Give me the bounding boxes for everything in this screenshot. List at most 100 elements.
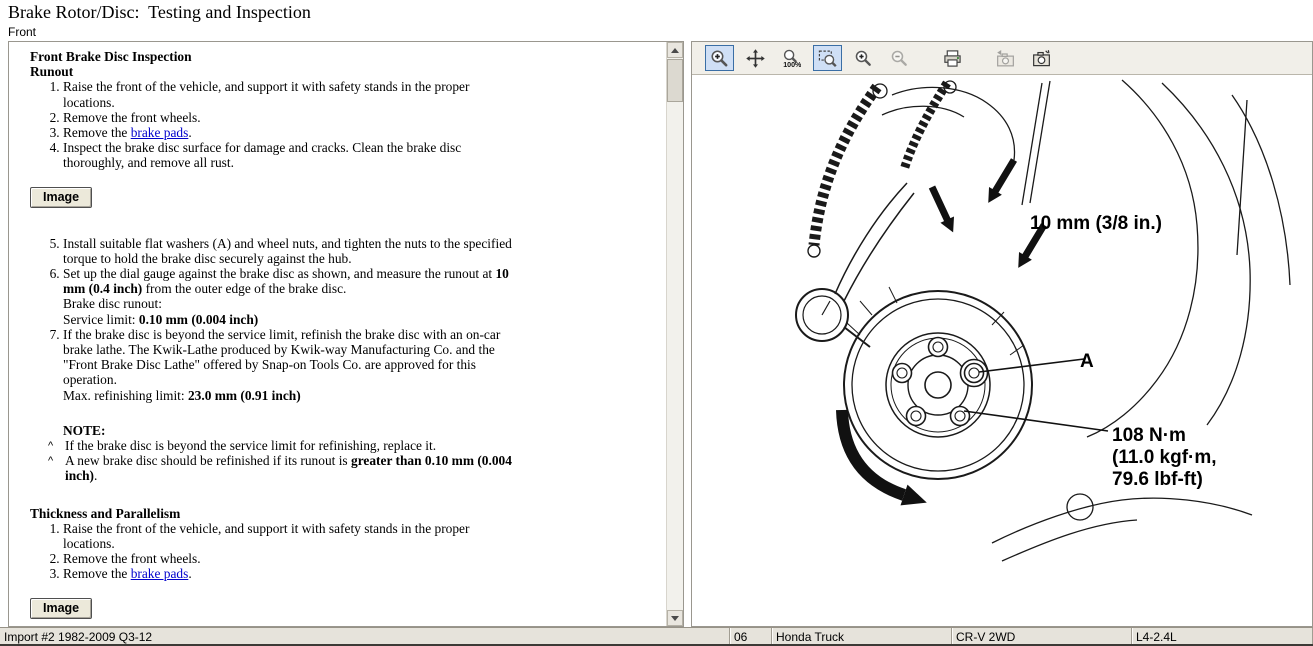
step-item: Raise the front of the vehicle, and supp… (63, 79, 518, 109)
step-text: from the outer edge of the brake disc. (142, 281, 346, 296)
note-heading: NOTE: (63, 423, 518, 438)
callout-torque-line3: 79.6 lbf-ft) (1112, 469, 1203, 490)
step-text: Remove the front wheels. (63, 551, 201, 566)
brake-pads-link[interactable]: brake pads (131, 566, 189, 581)
note-item: ^ A new brake disc should be refinished … (48, 453, 518, 483)
image-previous-icon (996, 49, 1015, 68)
app-window: Brake Rotor/Disc: Testing and Inspection… (0, 0, 1313, 646)
zoom-100-button[interactable]: 100% (777, 45, 806, 71)
step-text: If the brake disc is beyond the service … (63, 327, 500, 388)
image-viewer-panel: 100% (691, 41, 1313, 627)
step-text: . (188, 125, 191, 140)
step-item: Inspect the brake disc surface for damag… (63, 140, 518, 170)
pan-icon (746, 49, 765, 68)
scrollbar-thumb[interactable] (667, 59, 683, 102)
callout-torque-leader (964, 411, 1108, 431)
step-item: Set up the dial gauge against the brake … (63, 266, 518, 327)
step-item: If the brake disc is beyond the service … (63, 327, 518, 403)
print-icon (943, 49, 962, 68)
step-item: Remove the brake pads. (63, 125, 518, 140)
brake-pads-link[interactable]: brake pads (131, 125, 189, 140)
step-text: . (188, 566, 191, 581)
callout-a-label: A (1080, 351, 1094, 372)
zoom-window-button[interactable] (813, 45, 842, 71)
runout-steps-5-7: Install suitable flat washers (A) and wh… (30, 236, 518, 403)
note-marker: ^ (48, 438, 65, 453)
triangle-up-icon (671, 48, 679, 53)
image-button-thickness[interactable]: Image (30, 598, 92, 619)
step-text: Install suitable flat washers (A) and wh… (63, 236, 512, 266)
zoom-in-button[interactable] (705, 45, 734, 71)
image-button-runout[interactable]: Image (30, 187, 92, 208)
step-text: Raise the front of the vehicle, and supp… (63, 521, 469, 551)
camera-button[interactable] (1027, 45, 1056, 71)
procedure-content: Front Brake Disc Inspection Runout Raise… (30, 49, 518, 619)
note-block: NOTE: ^ If the brake disc is beyond the … (30, 423, 518, 484)
step-text: Remove the (63, 125, 131, 140)
scroll-down-button[interactable] (667, 610, 683, 626)
status-cell-year: 06 (730, 628, 772, 644)
status-cell-make: Honda Truck (772, 628, 952, 644)
step-item: Install suitable flat washers (A) and wh… (63, 236, 518, 266)
zoom-out-button[interactable] (885, 45, 914, 71)
main-area: Front Brake Disc Inspection Runout Raise… (0, 41, 1313, 627)
camera-icon (1032, 49, 1051, 68)
spec-value: 0.10 mm (0.004 inch) (139, 312, 258, 327)
note-text: A new brake disc should be refinished if… (65, 453, 518, 483)
section-heading-thickness: Thickness and Parallelism (30, 506, 518, 521)
spec-label: Service limit: (63, 312, 139, 327)
step-text: Inspect the brake disc surface for damag… (63, 140, 461, 170)
subsection-heading-runout: Runout (30, 64, 518, 79)
note-marker: ^ (48, 453, 65, 483)
step-text: Remove the front wheels. (63, 110, 201, 125)
print-button[interactable] (938, 45, 967, 71)
spec-label: Brake disc runout: (63, 296, 162, 311)
down-arrow-icon (982, 156, 1021, 207)
step-text: Remove the (63, 566, 131, 581)
spec-line: Service limit: 0.10 mm (0.004 inch) (63, 312, 518, 327)
status-cell-source: Import #2 1982-2009 Q3-12 (0, 628, 730, 644)
step-item: Remove the front wheels. (63, 110, 518, 125)
image-previous-button[interactable] (991, 45, 1020, 71)
spec-value: 23.0 mm (0.91 inch) (188, 388, 301, 403)
triangle-down-icon (671, 616, 679, 621)
page-subtitle: Front (8, 25, 36, 39)
content-scrollbar[interactable] (666, 42, 683, 626)
illustration-canvas: 10 mm (3/8 in.) A 108 N·m (11.0 kgf·m, 7… (692, 75, 1312, 626)
scroll-up-button[interactable] (667, 42, 683, 58)
runout-steps-1-4: Raise the front of the vehicle, and supp… (30, 79, 518, 170)
callout-torque-line2: (11.0 kgf·m, (1112, 447, 1217, 468)
page-title: Brake Rotor/Disc: Testing and Inspection (8, 2, 311, 23)
callout-measure-label: 10 mm (3/8 in.) (1030, 213, 1162, 234)
down-arrow-icon (925, 184, 960, 236)
spec-line: Max. refinishing limit: 23.0 mm (0.91 in… (63, 388, 518, 403)
zoom-window-icon (818, 49, 837, 68)
step-text: Set up the dial gauge against the brake … (63, 266, 495, 281)
zoom-in-icon (710, 49, 729, 68)
viewer-toolbar: 100% (692, 42, 1312, 75)
callout-torque-line1: 108 N·m (1112, 425, 1186, 446)
step-item: Remove the brake pads. (63, 566, 518, 581)
note-item: ^ If the brake disc is beyond the servic… (48, 438, 518, 453)
zoom-in-small-button[interactable] (849, 45, 878, 71)
note-text-pre: A new brake disc should be refinished if… (65, 453, 351, 468)
status-bar: Import #2 1982-2009 Q3-12 06 Honda Truck… (0, 627, 1313, 646)
status-cell-model: CR-V 2WD (952, 628, 1132, 644)
spec-label: Max. refinishing limit: (63, 388, 188, 403)
zoom-100-icon: 100% (782, 49, 801, 68)
step-text: Raise the front of the vehicle, and supp… (63, 79, 469, 109)
zoom-in-small-icon (854, 49, 873, 68)
zoom-100-label: 100% (783, 60, 801, 67)
brake-rotor-illustration: 10 mm (3/8 in.) A 108 N·m (11.0 kgf·m, 7… (692, 75, 1312, 626)
pan-button[interactable] (741, 45, 770, 71)
zoom-out-icon (890, 49, 909, 68)
thickness-steps: Raise the front of the vehicle, and supp… (30, 521, 518, 582)
section-heading-inspection: Front Brake Disc Inspection (30, 49, 518, 64)
note-text-post: . (94, 468, 97, 483)
status-cell-engine: L4-2.4L (1132, 628, 1313, 644)
note-text: If the brake disc is beyond the service … (65, 438, 436, 453)
step-item: Remove the front wheels. (63, 551, 518, 566)
step-item: Raise the front of the vehicle, and supp… (63, 521, 518, 551)
procedure-panel: Front Brake Disc Inspection Runout Raise… (8, 41, 684, 627)
header: Brake Rotor/Disc: Testing and Inspection… (0, 0, 1313, 41)
